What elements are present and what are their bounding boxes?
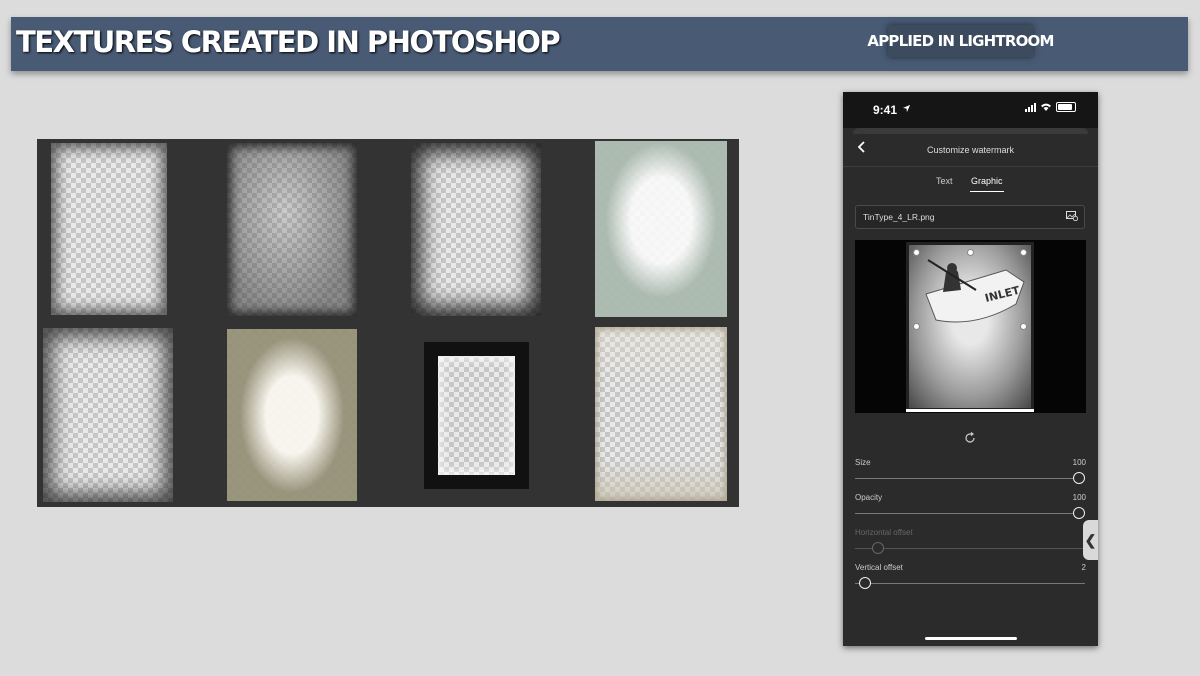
location-icon bbox=[902, 104, 911, 113]
vertical-offset-slider[interactable] bbox=[855, 577, 1085, 589]
title-banner: TEXTURES CREATED IN PHOTOSHOP APPLIED IN… bbox=[11, 17, 1188, 71]
size-slider[interactable] bbox=[855, 472, 1085, 484]
size-label: Size bbox=[855, 458, 871, 467]
refresh-icon[interactable] bbox=[964, 432, 976, 444]
wifi-icon bbox=[1041, 103, 1051, 111]
opacity-slider-thumb[interactable] bbox=[1073, 507, 1085, 519]
nav-bar: Customize watermark bbox=[843, 134, 1098, 167]
preview-bottom-bar bbox=[906, 409, 1034, 412]
resize-handle[interactable] bbox=[913, 323, 920, 330]
home-indicator bbox=[925, 637, 1017, 640]
tintype-texture-7 bbox=[424, 342, 529, 489]
watermark-preview: INLET bbox=[855, 240, 1086, 413]
nav-title: Customize watermark bbox=[926, 145, 1015, 155]
opacity-slider[interactable] bbox=[855, 507, 1085, 519]
horizontal-offset-slider bbox=[855, 542, 1085, 554]
chevron-left-icon: ❮ bbox=[1084, 531, 1097, 548]
tintype-texture-6 bbox=[227, 329, 357, 501]
opacity-label: Opacity bbox=[855, 493, 883, 502]
banner-title: TEXTURES CREATED IN PHOTOSHOP bbox=[16, 25, 561, 59]
resize-handle[interactable] bbox=[1020, 249, 1027, 256]
vertical-offset-label: Vertical offset bbox=[855, 563, 903, 572]
cellular-signal-icon bbox=[1025, 102, 1036, 112]
boat-scene: INLET bbox=[906, 242, 1034, 411]
resize-handle[interactable] bbox=[1020, 323, 1027, 330]
size-slider-thumb[interactable] bbox=[1073, 472, 1085, 484]
vertical-offset-thumb[interactable] bbox=[859, 577, 872, 589]
tab-graphic[interactable]: Graphic bbox=[971, 176, 1003, 186]
status-bar: 9:41 bbox=[843, 92, 1098, 128]
banner-tag: APPLIED IN LIGHTROOM bbox=[867, 25, 1054, 57]
tab-active-indicator bbox=[970, 191, 1004, 192]
status-time: 9:41 bbox=[873, 103, 898, 117]
preview-photo: INLET bbox=[906, 242, 1034, 411]
watermark-file-field[interactable]: TinType_4_LR.png bbox=[855, 205, 1085, 229]
tintype-texture-4 bbox=[595, 141, 727, 317]
size-value: 100 bbox=[1072, 458, 1086, 467]
image-settings-icon[interactable] bbox=[1066, 211, 1078, 221]
horizontal-offset-thumb bbox=[872, 542, 885, 554]
tintype-texture-5 bbox=[43, 328, 173, 502]
battery-icon bbox=[1056, 102, 1076, 112]
tintype-texture-3 bbox=[411, 143, 541, 316]
vertical-offset-value: 2 bbox=[1081, 563, 1086, 572]
horizontal-offset-label: Horizontal offset bbox=[855, 528, 913, 537]
collapse-panel-tab[interactable]: ❮ bbox=[1083, 520, 1098, 560]
tab-text[interactable]: Text bbox=[936, 176, 953, 186]
tintype-texture-2 bbox=[227, 143, 357, 316]
resize-handle[interactable] bbox=[967, 249, 974, 256]
tintype-texture-8 bbox=[595, 327, 727, 501]
tintype-texture-1 bbox=[51, 143, 167, 315]
texture-grid bbox=[37, 139, 739, 507]
opacity-value: 100 bbox=[1072, 493, 1086, 502]
resize-handle[interactable] bbox=[913, 249, 920, 256]
file-name: TinType_4_LR.png bbox=[863, 212, 935, 222]
lightroom-phone: 9:41 Customize watermark Text Graphic Ti… bbox=[843, 92, 1098, 646]
